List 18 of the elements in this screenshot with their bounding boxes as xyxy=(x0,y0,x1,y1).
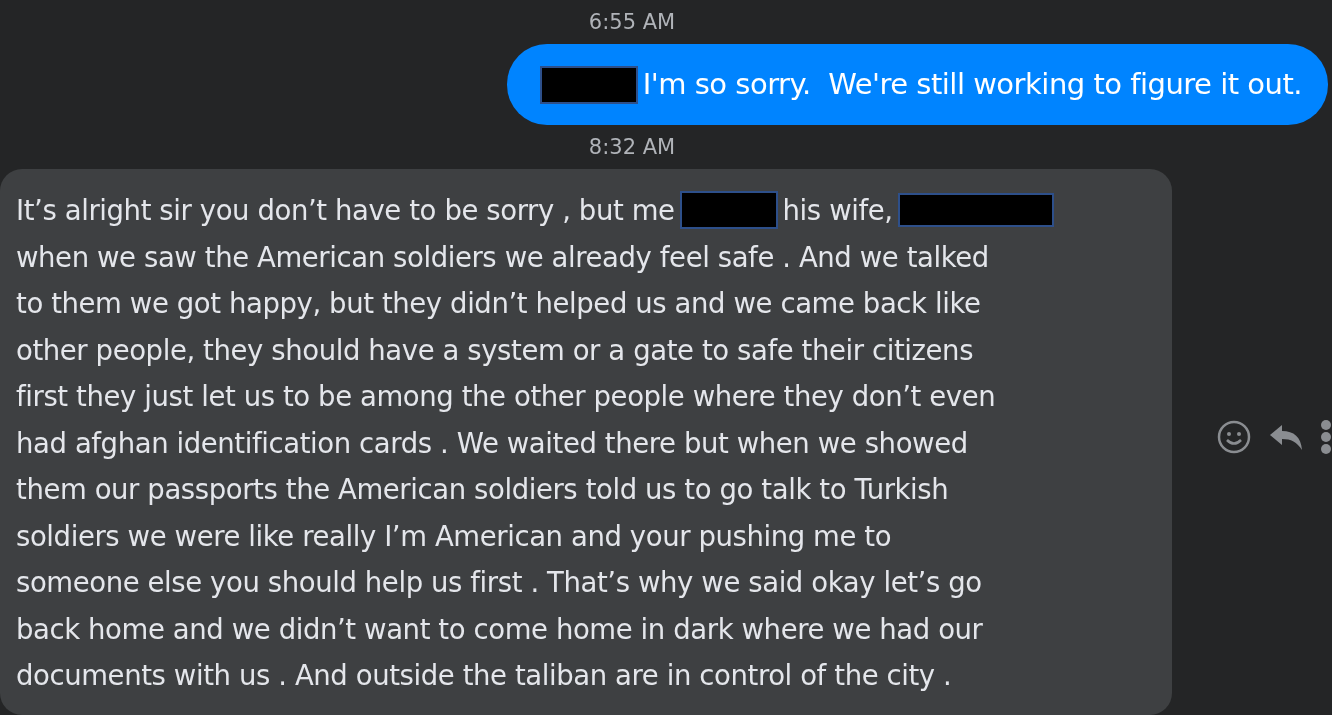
message-text: when we saw the American soldiers we already feel safe . And we talked xyxy=(16,239,989,275)
message-text: soldiers we were like really I’m American and your pushing me to xyxy=(16,518,892,554)
message-text: documents with us . And outside the taliban are in control of the city . xyxy=(16,658,952,693)
message-text: someone else you should help us first . That’s why we said okay let’s go xyxy=(16,565,982,600)
message-text: other people, they should have a system or a gate to safe their citizens xyxy=(16,332,974,368)
more-icon[interactable] xyxy=(1320,419,1332,454)
message-text: I'm so sorry. We're still working to figure it out. xyxy=(642,66,1302,104)
message-text: had afghan identification cards . We waited there but when we showed xyxy=(16,425,968,461)
message-text: to them we got happy, but they didn’t helped us and we came back like xyxy=(16,286,981,321)
message-text: them our passports the American soldiers told us to go talk to Turkish xyxy=(16,472,949,507)
reply-icon[interactable] xyxy=(1268,422,1304,451)
timestamp: 6:55 AM xyxy=(587,9,677,36)
message-text: back home and we didn’t want to come home in dark where we had our xyxy=(16,611,983,647)
message-text: It’s alright sir you don’t have to be sorry , but me xyxy=(16,193,675,228)
smiley-icon[interactable] xyxy=(1216,418,1252,455)
message-text: his wife, xyxy=(782,193,893,228)
message-text: first they just let us to be among the other people where they don’t even xyxy=(16,379,996,414)
timestamp: 8:32 AM xyxy=(587,134,677,161)
